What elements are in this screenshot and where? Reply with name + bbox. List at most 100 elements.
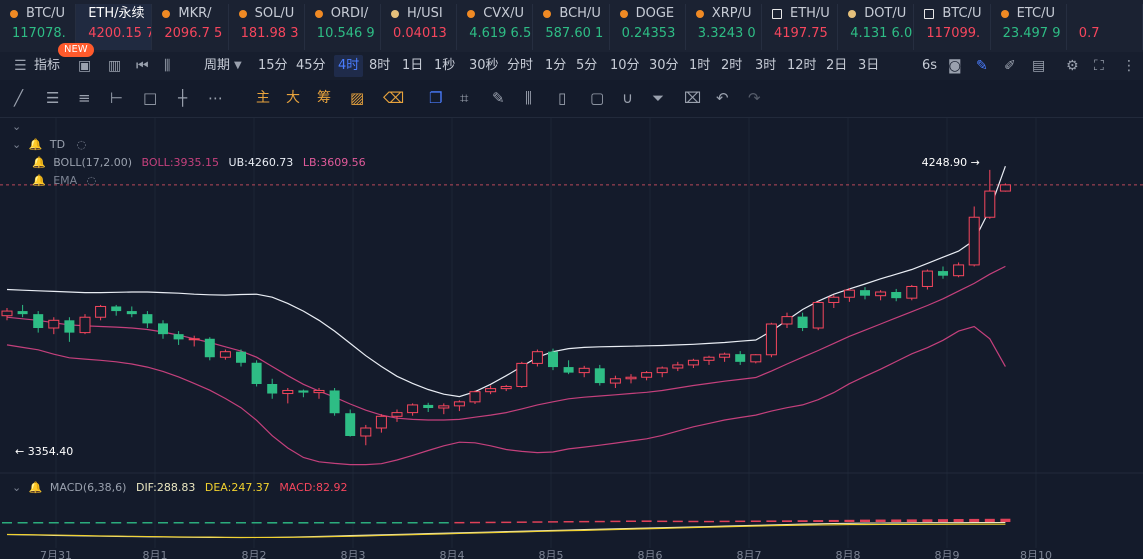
- ruler-icon[interactable]: ⌗: [460, 88, 468, 108]
- magnet-icon[interactable]: ∪: [622, 88, 633, 108]
- ticker-price: 23.497: [1002, 26, 1049, 41]
- chart-area[interactable]: 4248.90 → ← 3354.40 7月31 8月1 8月2 8月3 8月4 8月5 8月6…: [0, 118, 1143, 559]
- candle-body: [750, 354, 762, 363]
- interval-button[interactable]: 3日: [858, 52, 879, 80]
- macd-bar: [844, 519, 855, 522]
- candle: [485, 385, 497, 395]
- main-toggle[interactable]: 主: [256, 88, 270, 108]
- interval-button[interactable]: 15分: [258, 52, 288, 80]
- interval-button[interactable]: 2日: [826, 52, 847, 80]
- picture-icon[interactable]: ▨: [350, 88, 364, 108]
- macd-bar: [314, 522, 324, 524]
- chips-toggle[interactable]: 筹: [317, 88, 331, 108]
- indicators-button[interactable]: 指标: [34, 52, 60, 80]
- eraser-icon[interactable]: ⌫: [383, 88, 404, 108]
- eye-hidden-icon[interactable]: ◌: [77, 138, 87, 151]
- ticker-item[interactable]: DOGE 0.24353: [610, 4, 686, 50]
- trash-icon[interactable]: ⌧: [684, 88, 701, 108]
- big-toggle[interactable]: 大: [286, 88, 300, 108]
- interval-button[interactable]: 2时: [721, 52, 742, 80]
- note-icon[interactable]: ▢: [590, 88, 604, 108]
- candle-type-icon[interactable]: ⫼: [164, 52, 170, 80]
- eye-hidden-icon[interactable]: ◌: [87, 174, 97, 187]
- exchange-icon: [1000, 9, 1009, 18]
- ticker-item[interactable]: DOT/U 4.131 6.0: [838, 4, 915, 50]
- parallel-lines-icon[interactable]: ☰: [46, 88, 59, 108]
- brush-icon[interactable]: ✎: [492, 88, 505, 108]
- ticker-item[interactable]: ETC/U 23.497 9: [991, 4, 1067, 50]
- interval-button[interactable]: 1时: [689, 52, 710, 80]
- ticker-item[interactable]: CVX/U 4.619 6.5: [457, 4, 534, 50]
- interval-button[interactable]: 1秒: [434, 52, 455, 80]
- ticker-item[interactable]: BTC/U 117099.: [914, 4, 991, 50]
- bell-icon[interactable]: 🔔: [29, 481, 43, 494]
- candle: [999, 183, 1011, 192]
- collapse-icon[interactable]: ⌄: [12, 120, 21, 133]
- candles-icon[interactable]: ⫼: [525, 88, 532, 108]
- ticker-item[interactable]: 0.7: [1067, 4, 1143, 50]
- interval-button[interactable]: 30分: [649, 52, 679, 80]
- camera-icon[interactable]: ◙: [948, 52, 962, 80]
- interval-button[interactable]: 8时: [369, 52, 390, 80]
- filter-icon[interactable]: ⏷: [652, 88, 664, 108]
- copy-icon[interactable]: ❐: [429, 88, 442, 108]
- vertical-line-icon[interactable]: ┼: [178, 88, 187, 108]
- macd-bar: [938, 519, 948, 522]
- macd-bar: [454, 521, 465, 524]
- ticker-price: 2096.7: [164, 26, 210, 41]
- ticker-item[interactable]: ORDI/10.546 9: [305, 4, 381, 50]
- ema-legend: 🔔 EMA ◌: [32, 174, 100, 187]
- interval-button[interactable]: 5分: [576, 52, 597, 80]
- settings-icon[interactable]: ⚙: [1066, 52, 1079, 80]
- macd-bar: [173, 522, 184, 524]
- macd-bar: [376, 522, 387, 524]
- ticker-item[interactable]: BCH/U 587.60 1: [533, 4, 610, 50]
- macd-bar: [1000, 518, 1011, 522]
- interval-button[interactable]: 3时: [755, 52, 776, 80]
- candle-body: [360, 427, 372, 437]
- undo-icon[interactable]: ↶: [716, 88, 729, 108]
- expand-icon[interactable]: ⌄: [12, 138, 21, 151]
- ticker-item[interactable]: MKR/2096.7 5: [152, 4, 229, 50]
- bell-icon[interactable]: 🔔: [29, 138, 43, 151]
- interval-button[interactable]: 45分: [296, 52, 326, 80]
- horizontal-ray-icon[interactable]: ⊢: [110, 88, 123, 108]
- draw-pencil-icon[interactable]: ✎: [976, 52, 988, 80]
- interval-button[interactable]: 10分: [610, 52, 640, 80]
- interval-button[interactable]: 4时: [334, 55, 364, 77]
- ticker-item[interactable]: H/USI 0.04013: [381, 4, 458, 50]
- ticker-symbol: SOL/U: [254, 6, 295, 21]
- interval-button[interactable]: 12时: [787, 52, 817, 80]
- horizontal-lines-icon[interactable]: ≡: [78, 88, 91, 108]
- chevron-down-icon[interactable]: ▼: [234, 52, 242, 80]
- candle: [719, 352, 731, 362]
- clipboard-icon[interactable]: ▯: [558, 88, 566, 108]
- period-button[interactable]: 周期: [204, 52, 230, 80]
- bell-icon[interactable]: 🔔: [32, 174, 46, 187]
- ticker-change: 6.0: [887, 26, 913, 41]
- rectangle-icon[interactable]: □: [143, 88, 157, 108]
- document-icon[interactable]: ▤: [1032, 52, 1045, 80]
- ticker-change: 9: [1048, 26, 1061, 41]
- indicator-menu-icon[interactable]: ☰: [14, 52, 27, 80]
- interval-button[interactable]: 1分: [545, 52, 566, 80]
- expand-icon[interactable]: ⌄: [12, 481, 21, 494]
- ticker-item[interactable]: SOL/U 181.98 3: [229, 4, 305, 50]
- interval-button[interactable]: 分时: [507, 52, 533, 80]
- redo-icon[interactable]: ↷: [748, 88, 761, 108]
- layout-icon[interactable]: ▥: [108, 52, 121, 80]
- trend-line-icon[interactable]: ╱: [14, 88, 23, 108]
- ticker-item[interactable]: ETH/U 4197.75: [762, 4, 839, 50]
- ticker-item[interactable]: XRP/U 3.3243 0: [686, 4, 762, 50]
- ticker-price: 3.3243: [697, 26, 744, 41]
- edit-icon[interactable]: ✐: [1004, 52, 1016, 80]
- more-icon[interactable]: ⋮: [1122, 52, 1136, 80]
- rewind-icon[interactable]: ⏮: [136, 52, 149, 80]
- bell-icon[interactable]: 🔔: [32, 156, 46, 169]
- interval-button[interactable]: 1日: [402, 52, 423, 80]
- refresh-interval[interactable]: 6s: [922, 52, 937, 80]
- more-tools-icon[interactable]: ⋯: [208, 88, 223, 108]
- fullscreen-icon[interactable]: ⛶: [1094, 52, 1104, 80]
- interval-button[interactable]: 30秒: [469, 52, 499, 80]
- ticker-change: 1: [590, 26, 604, 41]
